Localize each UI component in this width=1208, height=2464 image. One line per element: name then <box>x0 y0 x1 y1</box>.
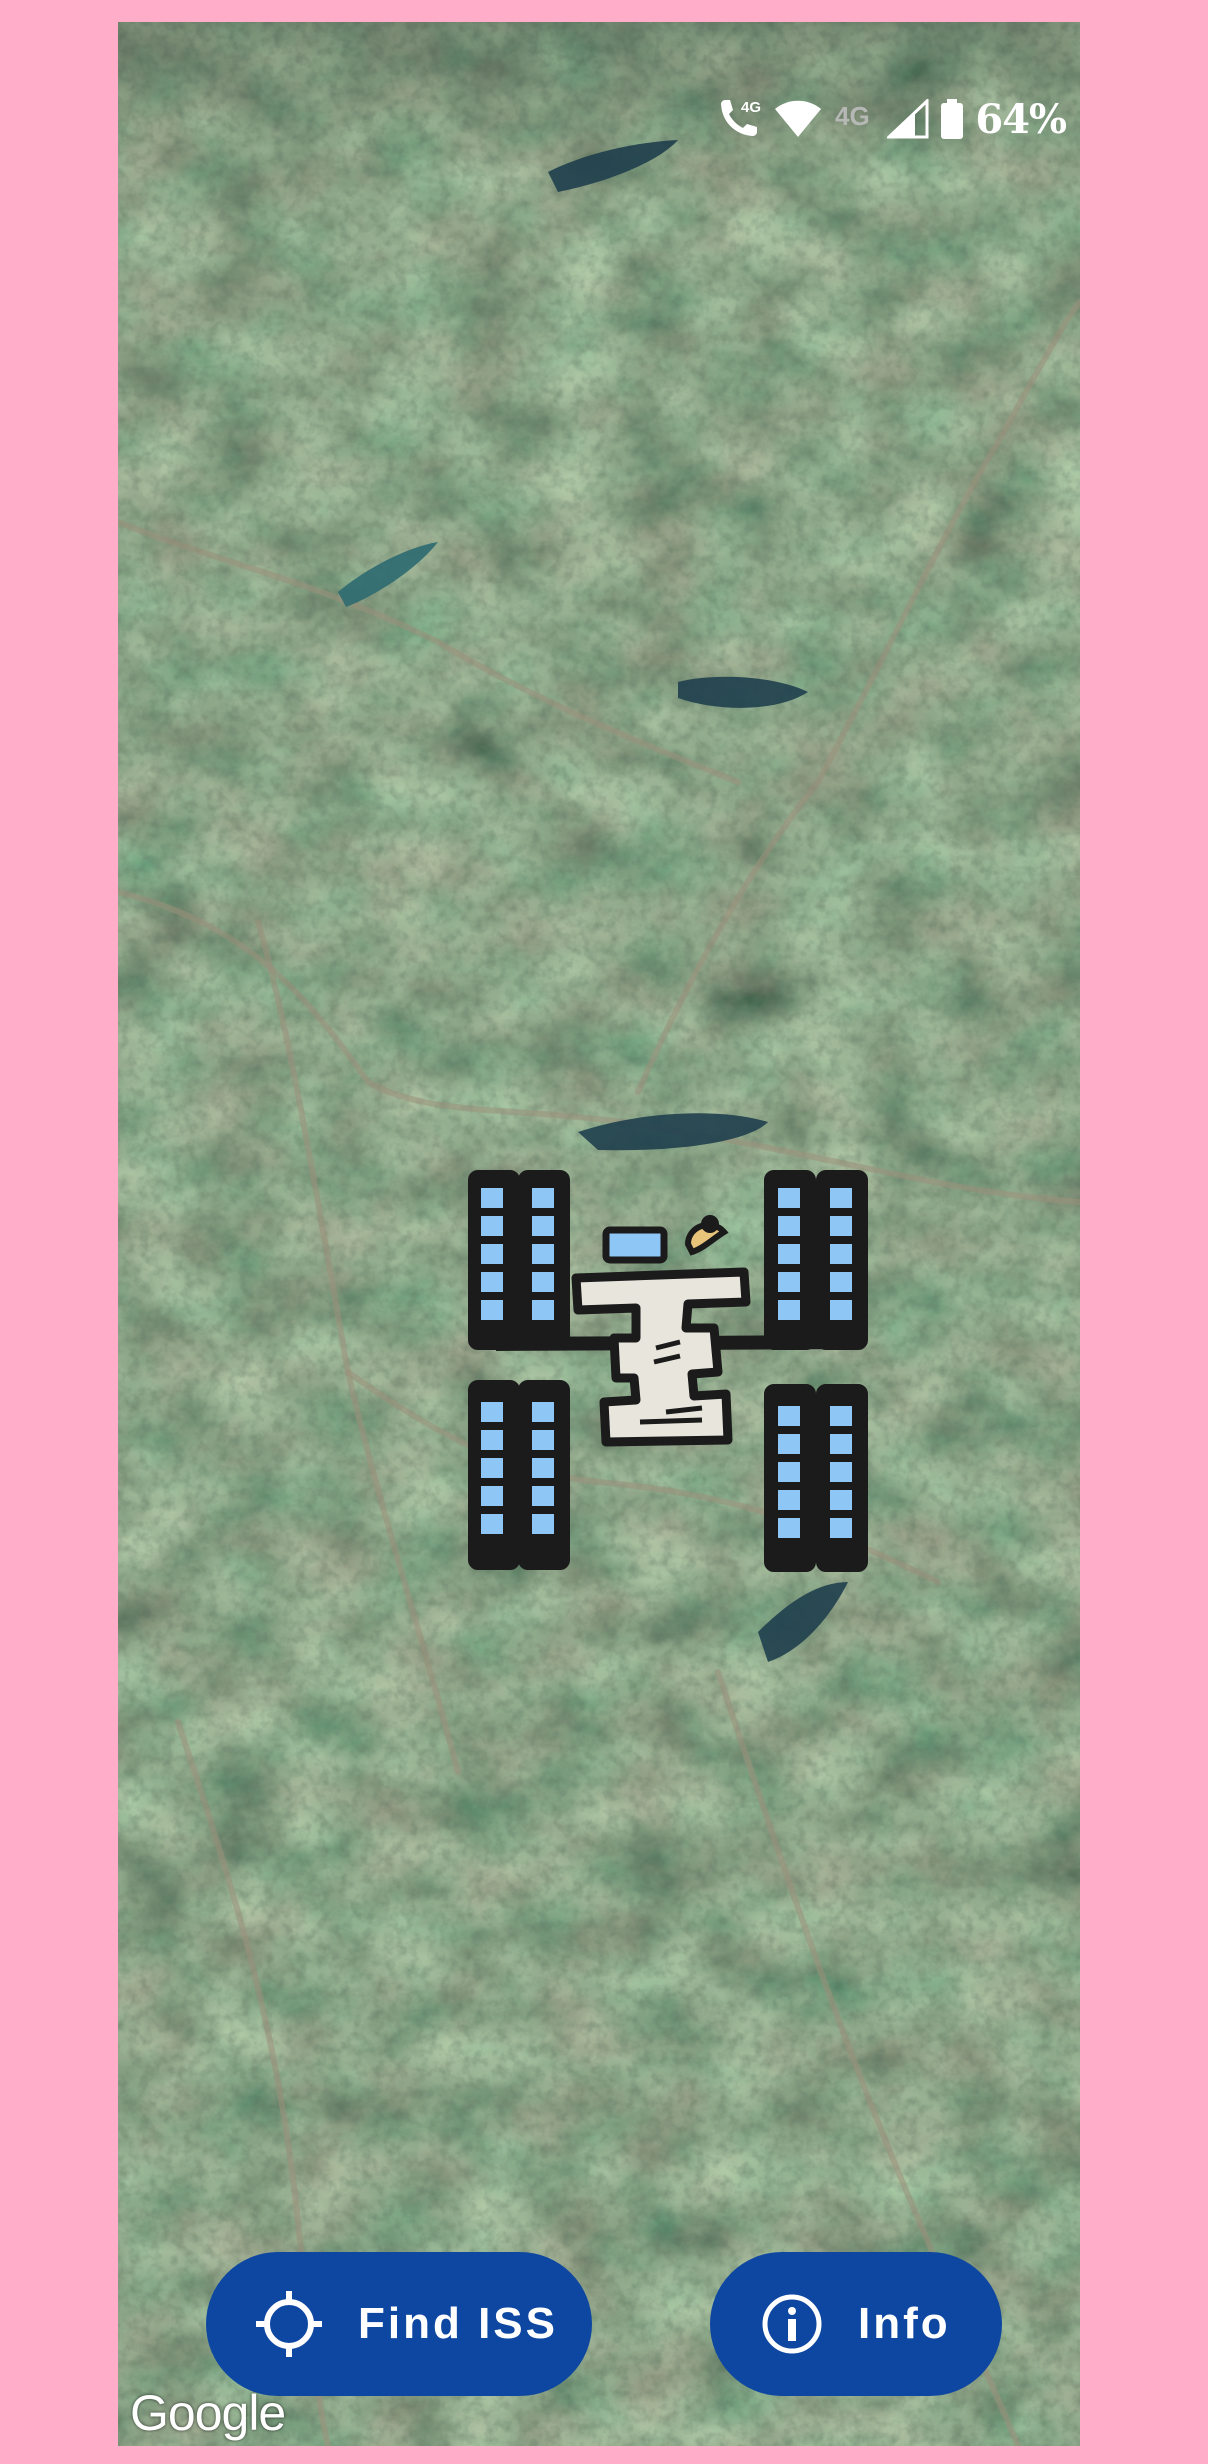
info-circle-icon <box>760 2292 824 2356</box>
crosshair-icon <box>254 2289 324 2359</box>
svg-text:4G: 4G <box>835 101 870 131</box>
mobile-data-4g-icon: 4G <box>833 99 877 139</box>
info-button[interactable]: Info <box>710 2252 1002 2396</box>
info-label: Info <box>858 2299 951 2348</box>
svg-text:4G: 4G <box>741 99 761 116</box>
antenna-dish <box>684 1215 729 1256</box>
cell-signal-icon <box>887 99 929 139</box>
find-iss-label: Find ISS <box>358 2299 558 2348</box>
battery-percent: 64% <box>975 95 1067 143</box>
app-screen: 4G 4G 64% Find ISS Info Google <box>118 22 1080 2446</box>
battery-icon <box>939 98 965 140</box>
status-bar: 4G 4G 64% <box>118 22 1080 182</box>
google-attribution: Google <box>130 2385 286 2441</box>
wifi-calling-4g-icon: 4G <box>715 96 763 142</box>
iss-station-icon[interactable] <box>466 1152 878 1576</box>
find-iss-button[interactable]: Find ISS <box>206 2252 592 2396</box>
wifi-icon <box>773 99 823 139</box>
